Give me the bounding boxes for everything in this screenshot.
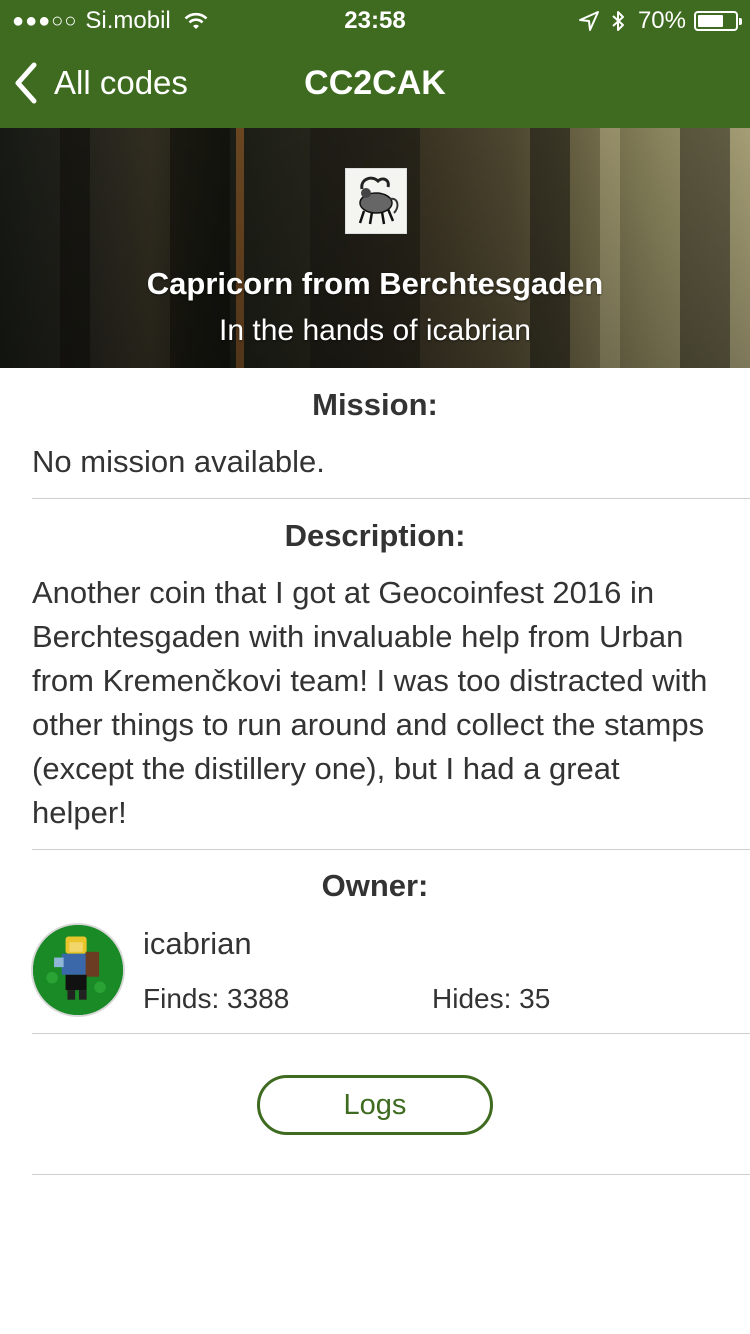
location-arrow-icon (578, 11, 599, 31)
description-text: Another coin that I got at Geocoinfest 2… (32, 575, 708, 830)
top-bar: ●●●○○ Si.mobil 23:58 70% All codes CC2CA… (0, 0, 750, 128)
battery-nub (739, 18, 742, 25)
mission-text: No mission available. (32, 444, 325, 479)
mission-title: Mission: (312, 387, 438, 422)
battery-icon (694, 11, 742, 31)
page-title: CC2CAK (304, 64, 446, 102)
description-title: Description: (284, 518, 466, 553)
bluetooth-icon (612, 11, 624, 31)
status-right: 70% (578, 7, 742, 35)
divider (32, 498, 750, 499)
owner-title: Owner: (321, 868, 429, 903)
coin-holder: In the hands of icabrian (219, 314, 531, 347)
divider (32, 1033, 750, 1034)
battery-fill (698, 15, 723, 27)
owner-avatar[interactable] (31, 923, 125, 1017)
divider (32, 1174, 750, 1175)
battery-percent: 70% (637, 7, 686, 34)
owner-name[interactable]: icabrian (143, 926, 252, 962)
divider (32, 849, 750, 850)
status-bar: ●●●○○ Si.mobil 23:58 70% (0, 0, 750, 40)
navigation-bar: All codes CC2CAK (0, 40, 750, 128)
owner-hides: Hides: 35 (432, 983, 551, 1014)
owner-finds: Finds: 3388 (143, 983, 290, 1014)
coin-name: Capricorn from Berchtesgaden (146, 266, 604, 301)
logs-button[interactable]: Logs (257, 1075, 493, 1135)
hero-banner: Capricorn from Berchtesgaden In the hand… (0, 128, 750, 368)
capricorn-coin-image (345, 168, 407, 234)
